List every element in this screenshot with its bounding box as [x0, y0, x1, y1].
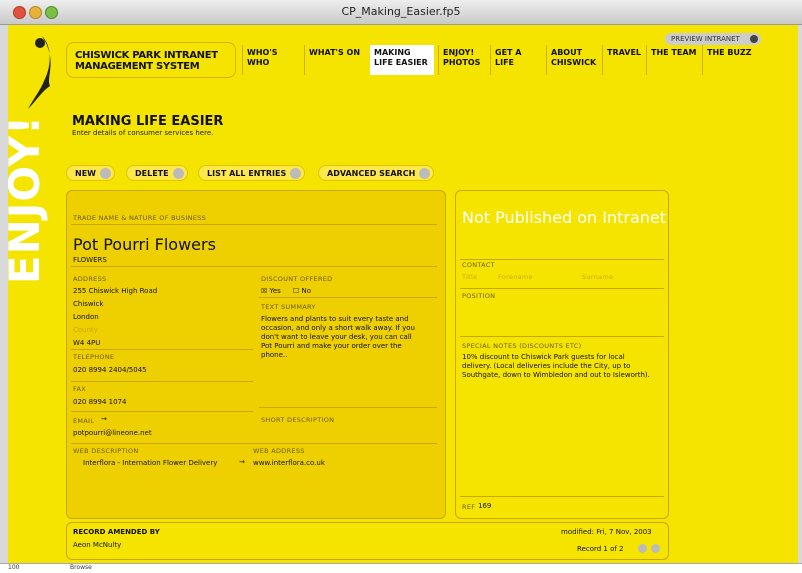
nav-enjoy-photos[interactable]: ENJOY! PHOTOS	[438, 45, 488, 75]
nav-get-a-life[interactable]: GET A LIFE	[490, 45, 546, 75]
list-label: LIST ALL ENTRIES	[207, 169, 287, 178]
window-titlebar: CP_Making_Easier.fp5	[0, 0, 802, 25]
email-label: EMAIL	[73, 417, 95, 425]
email-arrow-icon[interactable]: →	[101, 415, 107, 423]
fax-label: FAX	[73, 385, 86, 393]
publish-status: Not Published on Intranet	[462, 208, 667, 227]
divider	[460, 288, 664, 289]
web-address-label: WEB ADDRESS	[253, 447, 305, 455]
advanced-search-button[interactable]: ADVANCED SEARCH	[318, 165, 435, 181]
trade-label: TRADE NAME & NATURE OF BUSINESS	[73, 214, 206, 222]
divider	[259, 297, 437, 298]
nav-the-team[interactable]: THE TEAM	[646, 45, 702, 75]
text-summary-field[interactable]: Flowers and plants to suit every taste a…	[261, 315, 421, 360]
new-label: NEW	[75, 169, 96, 178]
page-subtitle: Enter details of consumer services here.	[72, 129, 214, 137]
divider	[71, 349, 253, 350]
divider	[460, 336, 664, 337]
address-line1-field[interactable]: 255 Chiswick High Road	[73, 287, 157, 295]
divider	[71, 443, 437, 444]
trade-name-field[interactable]: Pot Pourri Flowers	[73, 235, 216, 254]
fish-logo-icon	[28, 36, 51, 109]
web-arrow-icon[interactable]: →	[239, 458, 245, 466]
preview-intranet-button[interactable]: PREVIEW INTRANET	[665, 33, 761, 45]
amended-by-field[interactable]: Aeon McNulty	[73, 541, 121, 549]
nav-travel[interactable]: TRAVEL	[602, 45, 646, 75]
record-count: Record 1 of 2	[577, 545, 624, 553]
nature-field[interactable]: FLOWERS	[73, 256, 107, 264]
telephone-label: TELEPHONE	[73, 353, 115, 361]
nav-whats-on[interactable]: WHAT'S ON	[304, 45, 366, 75]
discount-label: DISCOUNT OFFERED	[261, 275, 333, 283]
surname-field[interactable]: Surname	[582, 273, 613, 281]
mode-label: Browse	[70, 564, 92, 571]
county-field[interactable]: County	[73, 326, 98, 334]
discount-no-checkbox[interactable]: ☐ No	[293, 287, 311, 295]
divider	[259, 407, 437, 408]
title-field[interactable]: Title	[462, 273, 477, 281]
divider	[71, 224, 437, 225]
web-description-label: WEB DESCRIPTION	[73, 447, 139, 455]
delete-label: DELETE	[135, 169, 169, 178]
special-notes-label: SPECIAL NOTES (DISCOUNTS ETC)	[462, 342, 582, 350]
position-label: POSITION	[462, 292, 496, 300]
nav-about-chiswick[interactable]: ABOUT CHISWICK	[546, 45, 602, 75]
discount-yes-checkbox[interactable]: ☒ Yes	[261, 287, 281, 295]
contact-label: CONTACT	[462, 261, 495, 269]
ref-value: 169	[478, 502, 492, 510]
forename-field[interactable]: Forename	[498, 273, 533, 281]
arrow-right-icon	[99, 168, 111, 179]
telephone-field[interactable]: 020 8994 2404/5045	[73, 366, 147, 374]
layout-canvas: ENJOY! CHISWICK PARK INTRANET MANAGEMENT…	[8, 25, 798, 563]
email-field[interactable]: potpourri@lineone.net	[73, 429, 152, 437]
address-line3-field[interactable]: London	[73, 313, 99, 321]
page-title: MAKING LIFE EASIER	[72, 114, 224, 129]
arrow-right-icon	[419, 168, 431, 179]
system-title: CHISWICK PARK INTRANET MANAGEMENT SYSTEM	[75, 50, 218, 72]
amended-by-label: RECORD AMENDED BY	[73, 528, 160, 536]
brand-strip: ENJOY!	[8, 25, 70, 563]
postcode-field[interactable]: W4 4PU	[73, 339, 100, 347]
divider	[71, 381, 253, 382]
publish-panel: Not Published on Intranet CONTACT Title …	[455, 190, 669, 519]
nav-making-life-easier[interactable]: MAKING LIFE EASIER	[370, 45, 434, 75]
divider	[71, 411, 253, 412]
new-button[interactable]: NEW	[66, 165, 115, 181]
window-title: CP_Making_Easier.fp5	[341, 5, 461, 18]
short-description-label: SHORT DESCRIPTION	[261, 416, 335, 424]
record-panel: TRADE NAME & NATURE OF BUSINESS Pot Pour…	[66, 190, 446, 519]
divider	[460, 259, 664, 260]
modified-date: modified: Fri, 7 Nov, 2003	[561, 528, 652, 536]
next-record-icon[interactable]	[651, 544, 660, 553]
arrow-right-icon	[750, 35, 758, 43]
system-title-box: CHISWICK PARK INTRANET MANAGEMENT SYSTEM	[66, 42, 236, 78]
previous-record-icon[interactable]	[638, 544, 647, 553]
delete-button[interactable]: DELETE	[126, 165, 188, 181]
nav-whos-who[interactable]: WHO'S WHO	[242, 45, 304, 75]
enjoy-logo: ENJOY!	[8, 114, 50, 285]
record-footer: RECORD AMENDED BY Aeon McNulty modified:…	[66, 522, 669, 560]
yes-label: Yes	[269, 287, 281, 295]
arrow-right-icon	[172, 168, 184, 179]
address-line2-field[interactable]: Chiswick	[73, 300, 104, 308]
fax-field[interactable]: 020 8994 1074	[73, 398, 126, 406]
address-label: ADDRESS	[73, 275, 107, 283]
special-notes-field[interactable]: 10% discount to Chiswick Park guests for…	[462, 353, 652, 380]
arrow-right-icon	[290, 168, 302, 179]
nav-the-buzz[interactable]: THE BUZZ	[702, 45, 758, 75]
zoom-level[interactable]: 100	[8, 564, 19, 571]
text-summary-label: TEXT SUMMARY	[261, 303, 316, 311]
divider	[71, 266, 437, 267]
web-address-field[interactable]: www.interflora.co.uk	[253, 459, 325, 467]
no-label: No	[301, 287, 312, 295]
divider	[460, 496, 664, 497]
preview-label: PREVIEW INTRANET	[671, 35, 740, 43]
ref-label: REF	[462, 503, 476, 511]
search-label: ADVANCED SEARCH	[327, 169, 416, 178]
web-description-field[interactable]: Interflora - Internation Flower Delivery	[83, 459, 217, 467]
list-all-entries-button[interactable]: LIST ALL ENTRIES	[198, 165, 306, 181]
